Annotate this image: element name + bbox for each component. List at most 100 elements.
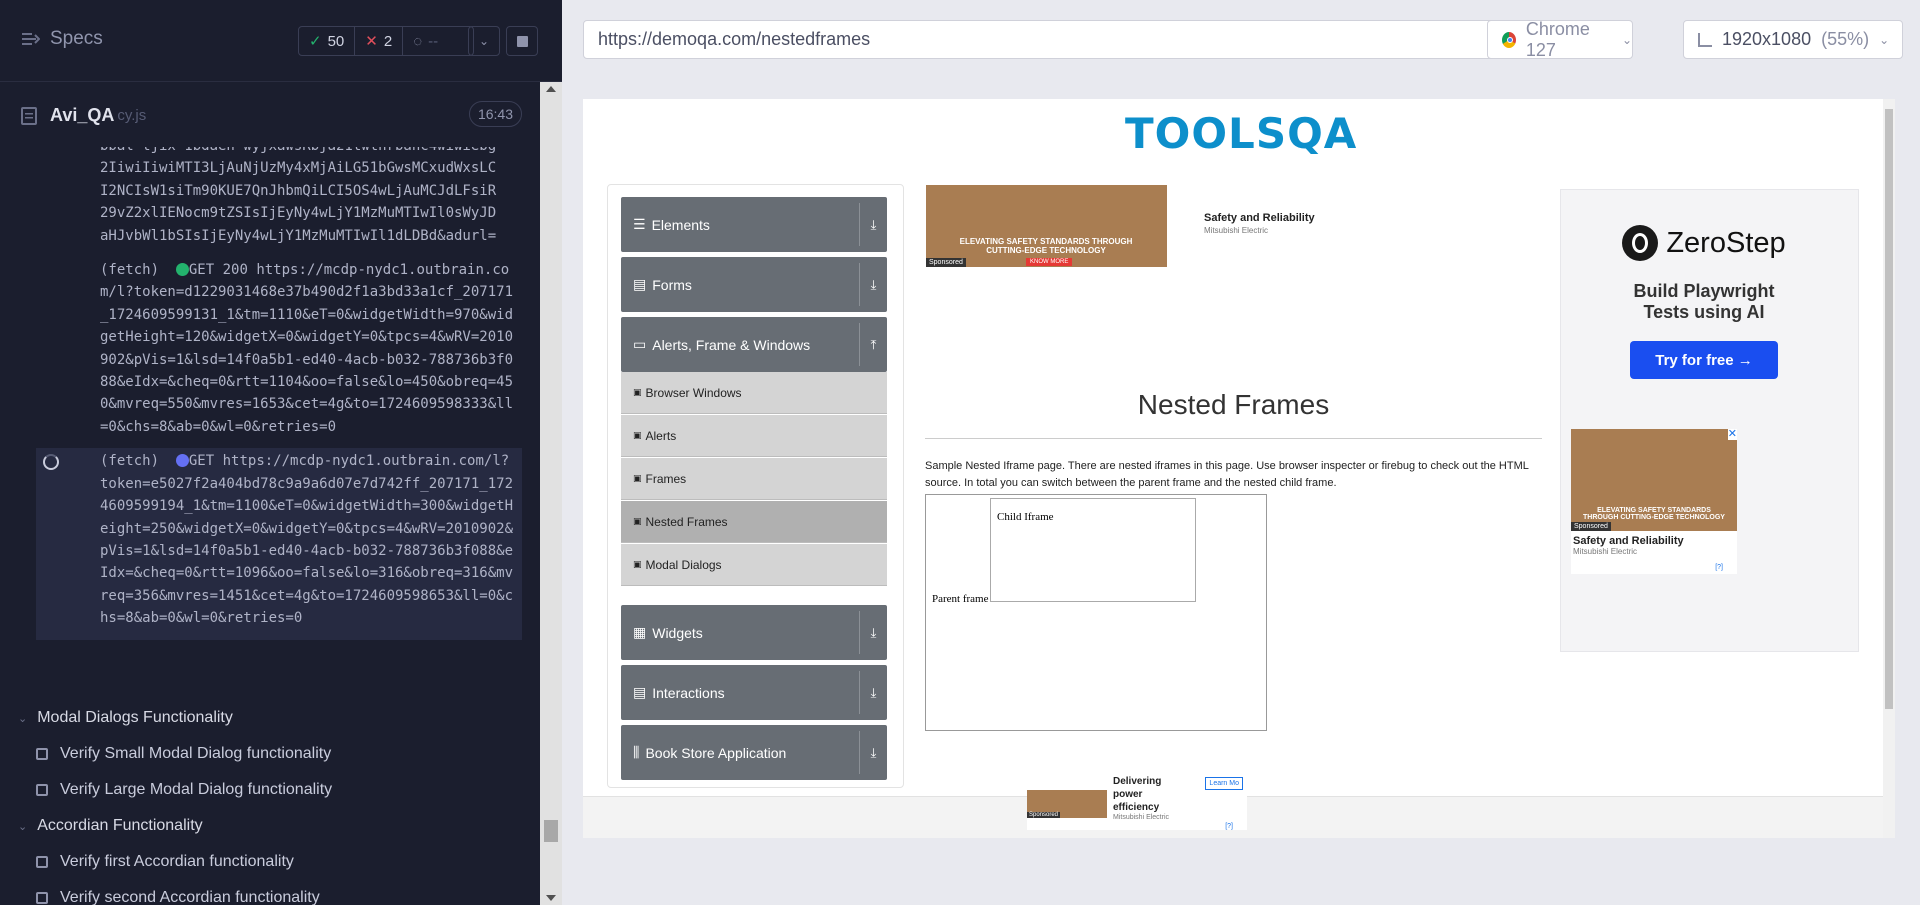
close-icon[interactable]: ✕ [1727, 429, 1737, 440]
interactions-icon: ▤ [633, 684, 647, 700]
download-icon: ⤓ [859, 611, 887, 654]
spec-file-ext: cy.js [117, 106, 147, 124]
run-stats: ✓ 50 ✕ 2 ◌ -- [298, 26, 475, 56]
specs-toggle[interactable]: Specs [22, 28, 103, 50]
menu-widgets[interactable]: ▦ Widgets ⤓ [621, 605, 887, 660]
suite-accordian[interactable]: ⌄ Accordian Functionality [0, 808, 522, 844]
books-icon: ⫼ [633, 744, 640, 760]
cypress-runner-panel: Specs ✓50 ✕2 ◌-- ⌄ Avi_QA cy.js 16:43 bb… [0, 0, 562, 905]
page-description: Sample Nested Iframe page. There are nes… [925, 460, 1529, 489]
submenu-nested-frames[interactable]: ▣ Nested Frames [621, 501, 887, 543]
ruler-icon [1698, 32, 1712, 47]
log-entry-partial[interactable]: bbal tjix-1bdaeh-wyjxawsRbja21twthrbahc4… [36, 147, 522, 257]
menu-alerts-frames-windows[interactable]: ▭ Alerts, Frame & Windows ⤒ [621, 317, 887, 372]
adchoices-icon[interactable]: [?] [1225, 823, 1233, 830]
log-scrollbar[interactable] [540, 82, 562, 905]
pending-count: ◌ -- [413, 32, 439, 50]
left-menu: ☰ Elements ⤓ ▤ Forms ⤓ ▭ Alerts, Frame & Wind… [607, 184, 904, 788]
zerostep-logo-icon [1622, 225, 1659, 261]
url-bar[interactable]: https://demoqa.com/nestedframes [583, 20, 1494, 59]
test-list: ⌄ Modal Dialogs Functionality Verify Smal… [0, 700, 522, 905]
check-icon: ✓ [309, 33, 322, 50]
command-log: bbal tjix-1bdaeh-wyjxawsRbja21twthrbahc4… [36, 147, 522, 685]
child-iframe[interactable]: Child Iframe [990, 498, 1196, 602]
suite-modal-dialogs[interactable]: ⌄ Modal Dialogs Functionality [0, 700, 522, 736]
top-ad-title[interactable]: Safety and Reliability [1204, 212, 1315, 224]
scroll-thumb[interactable] [544, 820, 558, 842]
top-ad-brand: Mitsubishi Electric [1204, 226, 1269, 235]
test-item[interactable]: Verify Large Modal Dialog functionality [0, 772, 522, 808]
parent-frame[interactable]: Child Iframe Parent frame [925, 494, 1267, 731]
ad-image: ELEVATING SAFETY STANDARDS THROUGH CUTTI… [1571, 429, 1737, 531]
spinner-icon: ◌ [413, 32, 423, 50]
aut-scrollbar[interactable] [1883, 99, 1895, 838]
browser-selector[interactable]: Chrome 127 ⌄ [1487, 19, 1633, 60]
pending-test-icon [36, 856, 48, 868]
expand-button[interactable]: ⌄ [468, 26, 500, 56]
submenu-modal-dialogs[interactable]: ▣ Modal Dialogs [621, 544, 887, 586]
learn-more-button[interactable]: Learn Mo [1205, 777, 1243, 790]
download-icon: ⤓ [859, 203, 887, 246]
chevron-down-icon: ⌄ [1621, 32, 1632, 47]
zerostep-ad[interactable]: ZeroStep Build Playwright Tests using AI… [1579, 225, 1829, 379]
mitsubishi-ad[interactable]: ELEVATING SAFETY STANDARDS THROUGH CUTTI… [1571, 429, 1737, 574]
ad-headline: Build Playwright Tests using AI [1633, 281, 1775, 322]
menu-interactions[interactable]: ▤ Interactions ⤓ [621, 665, 887, 720]
bottom-ad-bar: Sponsored Delivering power efficiency Mi… [583, 775, 1895, 838]
chevron-down-icon: ⌄ [18, 712, 28, 725]
pending-test-icon [36, 748, 48, 760]
loading-icon [43, 454, 59, 471]
item-icon: ▣ [633, 559, 642, 569]
know-more-button[interactable]: KNOW MORE [1026, 258, 1073, 266]
arrow-up-icon [546, 86, 556, 92]
stop-icon [516, 35, 528, 47]
status-dot-icon [175, 454, 189, 468]
pending-test-icon [36, 784, 48, 796]
test-item[interactable]: Verify second Accordian functionality [0, 880, 522, 905]
log-entry-fetch[interactable]: (fetch) GET 200 https://mcdp-nydc1.outbr… [36, 257, 522, 448]
test-item[interactable]: Verify Small Modal Dialog functionality [0, 736, 522, 772]
menu-elements[interactable]: ☰ Elements ⤓ [621, 197, 887, 252]
chevron-down-icon: ⌄ [18, 820, 28, 833]
spec-file-name: Avi_QA [50, 104, 115, 125]
submenu-alerts[interactable]: ▣ Alerts [621, 415, 887, 457]
item-icon: ▣ [633, 473, 642, 483]
try-free-button[interactable]: Try for free → [1630, 341, 1778, 379]
scroll-thumb[interactable] [1885, 109, 1893, 709]
chevron-down-icon: ⌄ [1879, 32, 1890, 47]
item-icon: ▣ [633, 430, 642, 440]
runner-header: Specs ✓ 50 ✕ 2 ◌ -- ⌄ [0, 0, 562, 82]
chrome-icon [1502, 31, 1516, 48]
top-ad-image[interactable]: ELEVATING SAFETY STANDARDS THROUGH CUTTI… [926, 185, 1167, 267]
submenu-browser-windows[interactable]: ▣ Browser Windows [621, 372, 887, 414]
specs-label: Specs [50, 28, 103, 49]
log-text: bbal tjix-1bdaeh-wyjxawsRbja21twthrbahc4… [100, 147, 497, 244]
ad-image: Sponsored [1027, 790, 1107, 818]
adchoices-icon[interactable]: [?] [1715, 564, 1723, 571]
document-icon [21, 107, 37, 125]
x-icon: ✕ [365, 33, 378, 50]
divider [925, 438, 1542, 439]
item-icon: ▣ [633, 387, 642, 397]
menu-forms[interactable]: ▤ Forms ⤓ [621, 257, 887, 312]
menu-book-store[interactable]: ⫼ Book Store Application ⤓ [621, 725, 887, 780]
download-icon: ⤓ [859, 671, 887, 714]
sponsored-label: Sponsored [926, 258, 966, 267]
stop-button[interactable] [506, 26, 538, 56]
log-entry-fetch-pending[interactable]: (fetch) GET https://mcdp-nydc1.outbrain.… [36, 448, 522, 640]
form-icon: ▤ [633, 276, 647, 292]
side-ad: ZeroStep Build Playwright Tests using AI… [1560, 189, 1859, 652]
test-item[interactable]: Verify first Accordian functionality [0, 844, 522, 880]
page-title: Nested Frames [1137, 389, 1330, 420]
pending-test-icon [36, 892, 48, 904]
viewport-selector[interactable]: 1920x1080 (55%) ⌄ [1683, 20, 1903, 59]
elapsed-time: 16:43 [469, 101, 522, 127]
download-icon: ⤓ [859, 731, 887, 774]
status-dot-icon [175, 263, 189, 277]
toolsqa-logo[interactable]: TOOLSQA [1125, 109, 1357, 158]
grid-icon: ▦ [633, 624, 647, 640]
bottom-ad[interactable]: Sponsored Delivering power efficiency Mi… [1027, 775, 1247, 830]
submenu-frames[interactable]: ▣ Frames [621, 458, 887, 500]
failed-count: ✕ 2 [355, 27, 404, 55]
list-icon: ☰ [633, 216, 646, 232]
